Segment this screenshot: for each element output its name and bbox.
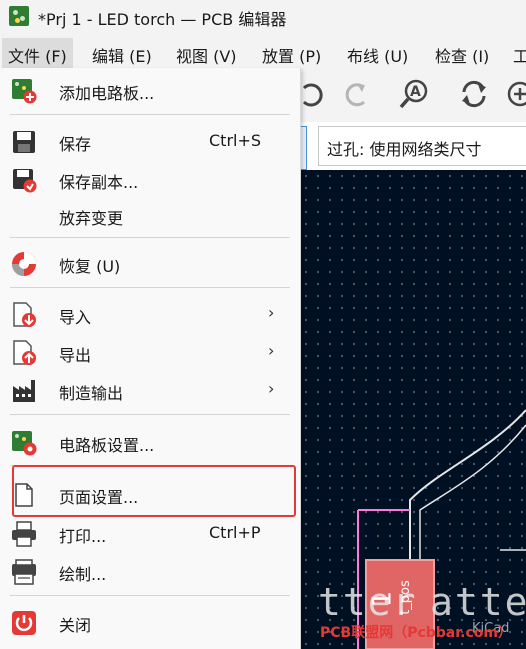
- revert-icon: [12, 252, 36, 276]
- menu-inspect[interactable]: 检查 (I): [435, 43, 489, 67]
- close-icon: [12, 611, 36, 635]
- svg-text:A: A: [410, 84, 421, 100]
- menu-edit[interactable]: 编辑 (E): [92, 43, 152, 67]
- menu-separator: [10, 237, 290, 238]
- menu-item-label: 关闭: [59, 616, 92, 635]
- via-size-label: 过孔: 使用网络类尺寸: [327, 140, 482, 159]
- menu-file[interactable]: 文件 (F): [2, 38, 73, 72]
- import-icon: [13, 302, 36, 327]
- title-bar: *Prj 1 - LED torch — PCB 编辑器: [0, 0, 526, 34]
- site-watermark: PCB联盟网（Pcbbar.com）: [320, 625, 512, 641]
- menu-item-export[interactable]: 导出 ›: [0, 334, 300, 370]
- menu-view[interactable]: 视图 (V): [176, 43, 237, 67]
- board-setup-icon: [12, 431, 37, 456]
- menu-item-import[interactable]: 导入 ›: [0, 296, 300, 332]
- menu-item-label: 保存副本...: [59, 173, 139, 192]
- menu-separator: [10, 414, 290, 415]
- menu-item-label: 电路板设置...: [59, 436, 155, 455]
- menu-item-close[interactable]: 关闭: [0, 604, 300, 640]
- redo-icon[interactable]: [340, 78, 372, 110]
- menu-item-save[interactable]: 保存 Ctrl+S: [0, 123, 300, 159]
- menu-separator: [10, 595, 290, 596]
- menu-item-discard-changes[interactable]: 放弃变更: [0, 197, 300, 233]
- menu-item-label: 保存: [59, 135, 92, 154]
- menu-item-fabrication-outputs[interactable]: 制造输出 ›: [0, 372, 300, 408]
- menu-item-label: 导入: [59, 308, 92, 327]
- menu-item-shortcut: Ctrl+P: [209, 523, 261, 542]
- menu-place[interactable]: 放置 (P): [262, 43, 321, 67]
- print-icon: [12, 521, 36, 547]
- menu-item-label: 放弃变更: [59, 209, 124, 228]
- fabrication-icon: [13, 380, 35, 402]
- menu-item-save-copy[interactable]: 保存副本...: [0, 161, 300, 197]
- menu-tools[interactable]: 工: [513, 43, 526, 67]
- menu-item-label: 添加电路板...: [59, 84, 155, 103]
- find-icon[interactable]: A: [398, 78, 430, 110]
- menu-item-board-setup[interactable]: 电路板设置...: [0, 424, 300, 460]
- add-board-icon: [12, 79, 37, 104]
- submenu-arrow-icon: ›: [268, 341, 275, 360]
- menu-item-plot[interactable]: 绘制...: [0, 553, 300, 589]
- save-icon: [13, 131, 35, 153]
- export-icon: [13, 340, 36, 365]
- silk-text-atte: atte: [430, 580, 526, 624]
- save-copy-icon: [13, 169, 37, 193]
- menu-item-label: 绘制...: [59, 565, 107, 584]
- via-size-selector[interactable]: 过孔: 使用网络类尺寸: [318, 126, 526, 166]
- submenu-arrow-icon: ›: [268, 303, 275, 322]
- menu-item-add-board[interactable]: 添加电路板...: [0, 72, 300, 108]
- zoom-in-icon[interactable]: [504, 78, 526, 110]
- menu-separator: [10, 287, 290, 288]
- menu-bar: 文件 (F) 编辑 (E) 视图 (V) 放置 (P) 布线 (U) 检查 (I…: [0, 34, 526, 72]
- pad-net-name: t_pos: [397, 580, 413, 615]
- menu-item-label: 打印...: [59, 527, 107, 546]
- menu-item-label: 恢复 (U): [59, 257, 121, 276]
- pad-number: 1: [367, 590, 398, 608]
- menu-item-label: 导出: [59, 346, 92, 365]
- pad-label-group: 1 t_pos: [367, 568, 432, 628]
- menu-route[interactable]: 布线 (U): [347, 43, 408, 67]
- menu-item-print[interactable]: 打印... Ctrl+P: [0, 515, 300, 551]
- highlight-annotation-box: [12, 465, 296, 517]
- window-title: *Prj 1 - LED torch — PCB 编辑器: [38, 10, 287, 29]
- menu-separator: [10, 114, 290, 115]
- file-menu-dropdown: 添加电路板... 保存 Ctrl+S 保存副本... 放弃变更 恢复 (U) 导…: [0, 68, 301, 649]
- pcbnew-app-icon: [9, 6, 29, 26]
- plot-icon: [12, 559, 36, 585]
- submenu-arrow-icon: ›: [268, 379, 275, 398]
- pcb-canvas[interactable]: tter atte 1 t_pos KiCad: [300, 170, 526, 649]
- menu-item-label: 制造输出: [59, 384, 124, 403]
- refresh-icon[interactable]: [458, 78, 490, 110]
- menu-item-shortcut: Ctrl+S: [209, 131, 262, 150]
- menu-item-revert[interactable]: 恢复 (U): [0, 245, 300, 281]
